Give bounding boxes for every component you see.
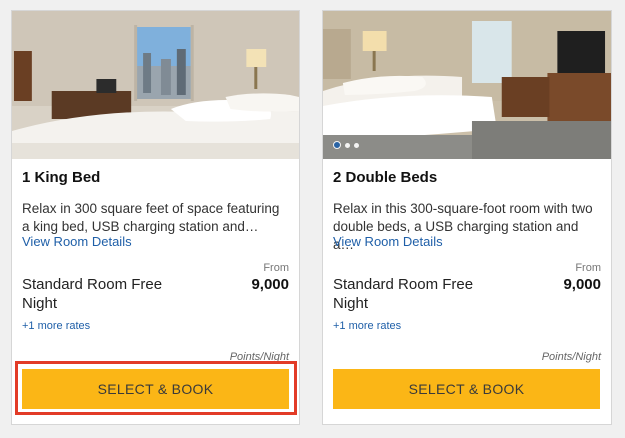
points-price: 9,000: [251, 276, 289, 293]
more-rates-link[interactable]: +1 more rates: [22, 320, 90, 332]
view-room-details-link[interactable]: View Room Details: [333, 234, 443, 249]
room-photo[interactable]: [12, 11, 299, 159]
points-unit-label: Points/Night: [229, 351, 289, 363]
room-photo-image: [323, 11, 611, 159]
price-from-label: From: [575, 262, 601, 274]
room-card-double: 2 Double Beds Relax in this 300-square-f…: [322, 10, 612, 425]
room-photo-image: [12, 11, 299, 159]
rate-name: Standard Room Free Night: [333, 276, 474, 312]
room-card-king: 1 King Bed Relax in 300 square feet of s…: [11, 10, 300, 425]
photo-carousel-dots[interactable]: [333, 141, 359, 149]
view-room-details-link[interactable]: View Room Details: [22, 234, 132, 249]
more-rates-link[interactable]: +1 more rates: [333, 320, 401, 332]
room-title: 2 Double Beds: [333, 169, 438, 186]
price-from-label: From: [263, 262, 289, 274]
select-and-book-button[interactable]: SELECT & BOOK: [22, 369, 289, 409]
carousel-dot[interactable]: [354, 142, 359, 148]
points-price: 9,000: [563, 276, 601, 293]
room-description: Relax in 300 square feet of space featur…: [22, 201, 280, 234]
carousel-dot[interactable]: [345, 142, 350, 148]
room-title: 1 King Bed: [22, 169, 101, 186]
room-photo[interactable]: [323, 11, 611, 159]
carousel-dot-active[interactable]: [333, 141, 341, 149]
points-unit-label: Points/Night: [541, 351, 601, 363]
select-and-book-button[interactable]: SELECT & BOOK: [333, 369, 600, 409]
rate-name: Standard Room Free Night: [22, 276, 163, 312]
